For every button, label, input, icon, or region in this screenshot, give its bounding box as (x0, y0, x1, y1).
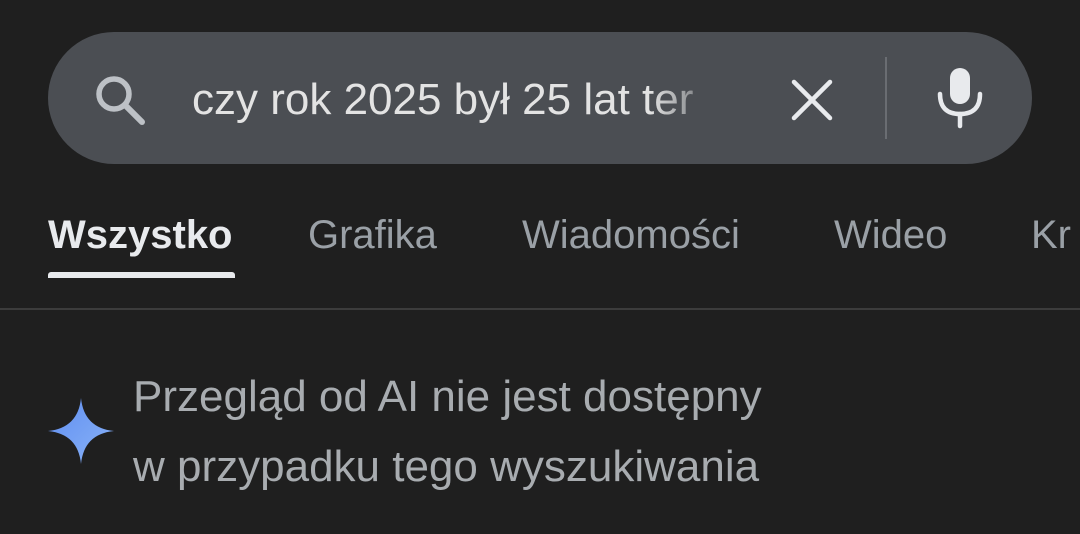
tabs-divider (0, 308, 1080, 310)
search-text-fade (650, 70, 740, 130)
search-icon (96, 76, 145, 125)
active-tab-indicator (48, 272, 235, 278)
tab-more-cut[interactable]: Kr (1031, 210, 1071, 260)
close-icon[interactable] (786, 74, 838, 126)
ai-overview-line1: Przegląd od AI nie jest dostępny (133, 372, 762, 421)
tab-all[interactable]: Wszystko (48, 210, 233, 260)
ai-overview-message: Przegląd od AI nie jest dostępny w przyp… (133, 362, 853, 502)
search-query-text: czy rok 2025 był 25 lat ter (192, 75, 694, 124)
sparkle-icon (48, 398, 114, 464)
search-divider (885, 57, 887, 139)
microphone-icon[interactable] (932, 66, 988, 130)
tab-news[interactable]: Wiadomości (522, 210, 740, 260)
tab-videos[interactable]: Wideo (834, 210, 947, 260)
search-input[interactable]: czy rok 2025 był 25 lat ter (192, 70, 740, 130)
ai-overview-line2: w przypadku tego wyszukiwania (133, 442, 760, 491)
tab-images[interactable]: Grafika (308, 210, 437, 260)
search-tabs: Wszystko Grafika Wiadomości Wideo Kr (0, 200, 1080, 280)
